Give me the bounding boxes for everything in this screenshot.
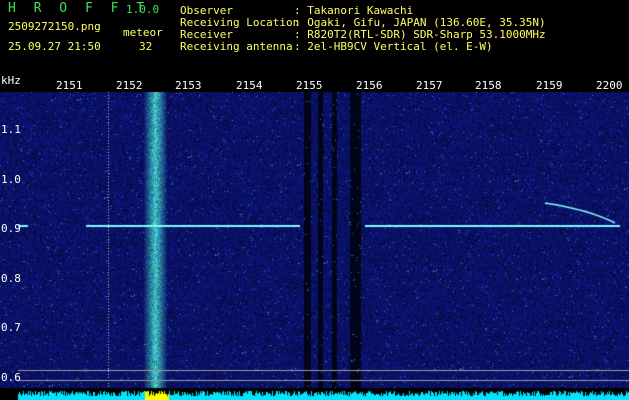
x-tick-label: 2151 (56, 79, 83, 92)
x-tick-label: 2158 (475, 79, 502, 92)
info-label-antenna: Receiving antenna (180, 40, 293, 53)
meteor-label: meteor (123, 26, 163, 39)
observation-datetime: 25.09.27 21:50 (8, 40, 101, 53)
x-tick-label: 2152 (116, 79, 143, 92)
hrofft-window: H R O F F T 1.0.0 2509272150.png meteor … (0, 0, 629, 400)
x-tick-label: 2156 (356, 79, 383, 92)
app-version: 1.0.0 (126, 3, 160, 16)
spectrogram-canvas (0, 72, 629, 400)
meteor-count: 32 (139, 40, 153, 53)
y-tick-label: 1.1 (1, 123, 21, 136)
x-tick-label: 2159 (536, 79, 563, 92)
x-tick-label: 2157 (416, 79, 443, 92)
file-name: 2509272150.png (8, 20, 101, 33)
x-tick-label: 2200 (596, 79, 623, 92)
y-axis-unit: kHz (1, 74, 21, 87)
info-value-antenna: : 2el-HB9CV Vertical (el. E-W) (294, 40, 493, 53)
y-tick-label: 1.0 (1, 173, 21, 186)
x-tick-label: 2155 (296, 79, 323, 92)
x-tick-label: 2154 (236, 79, 263, 92)
y-tick-label: 0.9 (1, 222, 21, 235)
y-tick-label: 0.8 (1, 272, 21, 285)
y-tick-label: 0.6 (1, 371, 21, 384)
x-tick-label: 2153 (175, 79, 202, 92)
y-tick-label: 0.7 (1, 321, 21, 334)
